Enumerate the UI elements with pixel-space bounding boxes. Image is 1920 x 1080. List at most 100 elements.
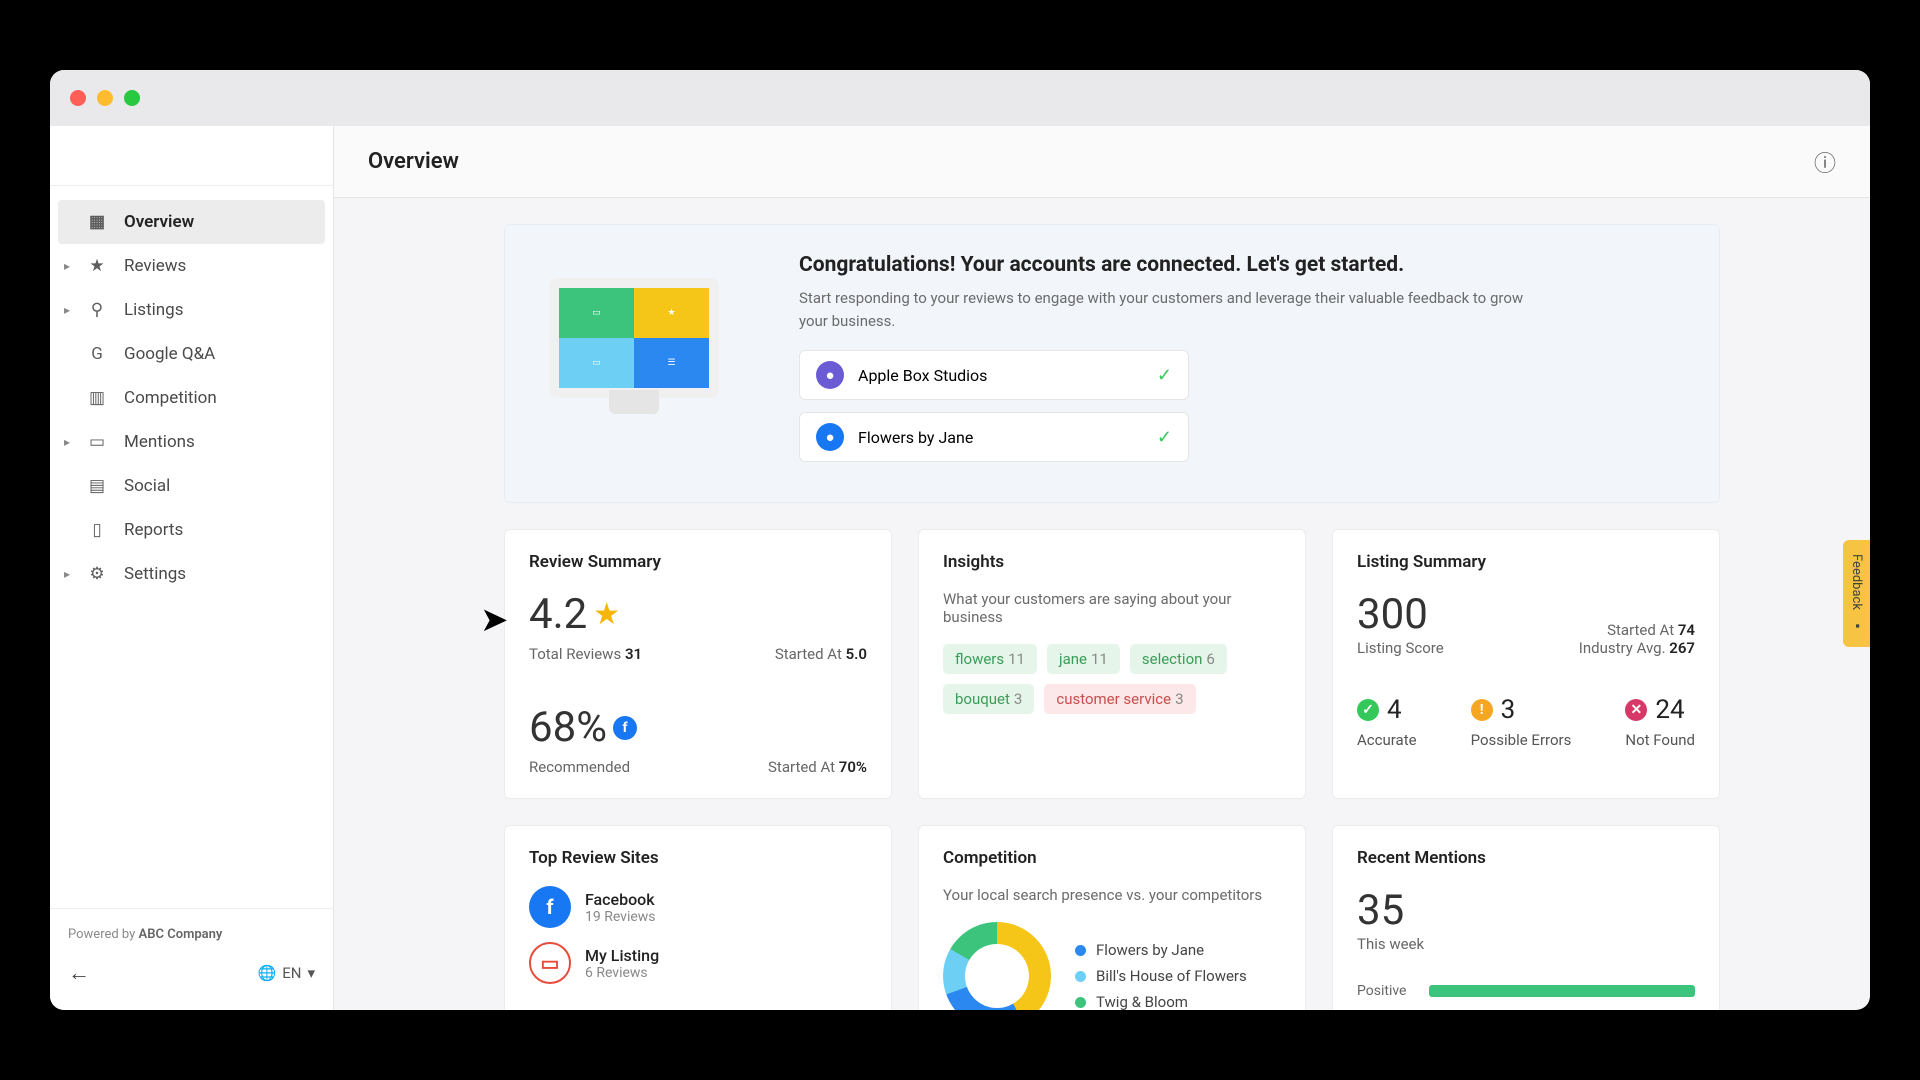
listing-score: 300 <box>1357 590 1444 639</box>
status-badge: ! <box>1471 699 1493 721</box>
facebook-icon: f <box>613 716 637 740</box>
card-title: Recent Mentions <box>1357 848 1695 868</box>
sidebar-item-label: Competition <box>124 388 217 408</box>
sidebar: ▦ Overview ▸ ★ Reviews ▸ ⚲ Listings G Google Q&A ▥… <box>50 126 334 1010</box>
chevron-right-icon: ▸ <box>64 567 70 581</box>
chevron-down-icon: ▾ <box>307 964 315 982</box>
check-icon: ✓ <box>1157 427 1172 448</box>
account-name: Apple Box Studios <box>858 366 987 385</box>
minimize-window-button[interactable] <box>97 90 113 106</box>
chevron-right-icon: ▸ <box>64 259 70 273</box>
top-review-sites-card: Top Review Sites fFacebook19 Reviews ▭My … <box>504 825 892 1010</box>
page-title: Overview <box>368 149 459 174</box>
help-icon[interactable]: ⓘ <box>1814 146 1836 178</box>
sentiment-bar: Positive <box>1357 983 1695 999</box>
status-badge: ✕ <box>1625 699 1647 721</box>
listing-summary-card: Listing Summary 300 Listing Score Starte… <box>1332 529 1720 799</box>
sidebar-item-label: Settings <box>124 564 186 584</box>
card-title: Review Summary <box>529 552 867 572</box>
sidebar-item-reviews[interactable]: ▸ ★ Reviews <box>58 244 325 288</box>
recommended-value: 68%f <box>529 703 867 752</box>
card-subtitle: What your customers are saying about you… <box>943 590 1281 626</box>
sidebar-item-label: Mentions <box>124 432 195 452</box>
star-icon: ★ <box>593 597 620 632</box>
insight-tag[interactable]: selection6 <box>1130 644 1227 674</box>
sidebar-item-listings[interactable]: ▸ ⚲ Listings <box>58 288 325 332</box>
feedback-tab[interactable]: Feedback▪ <box>1843 540 1870 647</box>
sidebar-item-social[interactable]: ▤ Social <box>58 464 325 508</box>
doc-icon: ▯ <box>86 519 108 541</box>
sidebar-item-label: Google Q&A <box>124 344 215 364</box>
competition-donut-chart <box>943 922 1051 1010</box>
maximize-window-button[interactable] <box>124 90 140 106</box>
sidebar-item-reports[interactable]: ▯ Reports <box>58 508 325 552</box>
banner-subtitle: Start responding to your reviews to enga… <box>799 287 1539 332</box>
gear-icon: ⚙ <box>86 563 108 585</box>
pin-icon: ⚲ <box>86 299 108 321</box>
status-badge: ✓ <box>1357 699 1379 721</box>
chat-icon: ▭ <box>86 431 108 453</box>
account-icon: ● <box>816 423 844 451</box>
insight-tag[interactable]: jane11 <box>1047 644 1120 674</box>
review-site-row[interactable]: fFacebook19 Reviews <box>529 886 867 928</box>
sidebar-item-label: Overview <box>124 212 194 232</box>
dashboard-icon: ▦ <box>86 211 108 233</box>
listing-stat: ✓4Accurate <box>1357 695 1417 749</box>
banner-title: Congratulations! Your accounts are conne… <box>799 253 1685 277</box>
close-window-button[interactable] <box>70 90 86 106</box>
card-title: Top Review Sites <box>529 848 867 868</box>
connected-account[interactable]: ● Flowers by Jane ✓ <box>799 412 1189 462</box>
sidebar-item-settings[interactable]: ▸ ⚙ Settings <box>58 552 325 596</box>
chevron-right-icon: ▸ <box>64 303 70 317</box>
recent-mentions-card: Recent Mentions 35 This week Positive <box>1332 825 1720 1010</box>
listing-stat: !3Possible Errors <box>1471 695 1572 749</box>
account-icon: ● <box>816 361 844 389</box>
banner-illustration: ▭★ ▭☰ <box>539 253 729 423</box>
sidebar-item-label: Reports <box>124 520 183 540</box>
site-icon: ▭ <box>529 942 571 984</box>
sidebar-item-mentions[interactable]: ▸ ▭ Mentions <box>58 420 325 464</box>
legend-item: Flowers by Jane <box>1075 941 1247 959</box>
comment-icon: ▪ <box>1849 618 1864 633</box>
mentions-count: 35 <box>1357 886 1695 935</box>
check-icon: ✓ <box>1157 365 1172 386</box>
legend-item: Bill's House of Flowers <box>1075 967 1247 985</box>
card-subtitle: Your local search presence vs. your comp… <box>943 886 1281 904</box>
star-icon: ★ <box>86 255 108 277</box>
card-title: Listing Summary <box>1357 552 1695 572</box>
rating-value: 4.2★ <box>529 590 867 639</box>
sidebar-item-competition[interactable]: ▥ Competition <box>58 376 325 420</box>
chart-icon: ▥ <box>86 387 108 409</box>
connected-account[interactable]: ● Apple Box Studios ✓ <box>799 350 1189 400</box>
review-site-row[interactable]: ▭My Listing6 Reviews <box>529 942 867 984</box>
account-name: Flowers by Jane <box>858 428 973 447</box>
review-summary-card: Review Summary 4.2★ Total Reviews 31 Sta… <box>504 529 892 799</box>
language-label: EN <box>282 964 301 982</box>
listing-stat: ✕24Not Found <box>1625 695 1695 749</box>
insight-tag[interactable]: customer service3 <box>1044 684 1195 714</box>
powered-by: Powered by ABC Company <box>68 927 315 942</box>
app-logo-area <box>50 126 333 186</box>
site-icon: f <box>529 886 571 928</box>
back-icon[interactable]: ← <box>68 960 90 986</box>
card-title: Competition <box>943 848 1281 868</box>
sidebar-item-overview[interactable]: ▦ Overview <box>58 200 325 244</box>
google-icon: G <box>86 343 108 365</box>
legend-item: Twig & Bloom <box>1075 993 1247 1010</box>
sidebar-item-label: Social <box>124 476 170 496</box>
welcome-banner: ▭★ ▭☰ Congratulations! Your accounts are… <box>504 224 1720 503</box>
insight-tag[interactable]: bouquet3 <box>943 684 1034 714</box>
competition-card: Competition Your local search presence v… <box>918 825 1306 1010</box>
sidebar-nav: ▦ Overview ▸ ★ Reviews ▸ ⚲ Listings G Google Q&A ▥… <box>50 186 333 908</box>
sidebar-item-label: Listings <box>124 300 183 320</box>
chevron-right-icon: ▸ <box>64 435 70 449</box>
sidebar-item-label: Reviews <box>124 256 186 276</box>
card-title: Insights <box>943 552 1281 572</box>
language-switcher[interactable]: 🌐 EN ▾ <box>258 964 315 982</box>
window-titlebar <box>50 70 1870 126</box>
insights-card: Insights What your customers are saying … <box>918 529 1306 799</box>
forum-icon: ▤ <box>86 475 108 497</box>
insight-tag[interactable]: flowers11 <box>943 644 1037 674</box>
globe-icon: 🌐 <box>258 964 277 982</box>
sidebar-item-google-q-a[interactable]: G Google Q&A <box>58 332 325 376</box>
